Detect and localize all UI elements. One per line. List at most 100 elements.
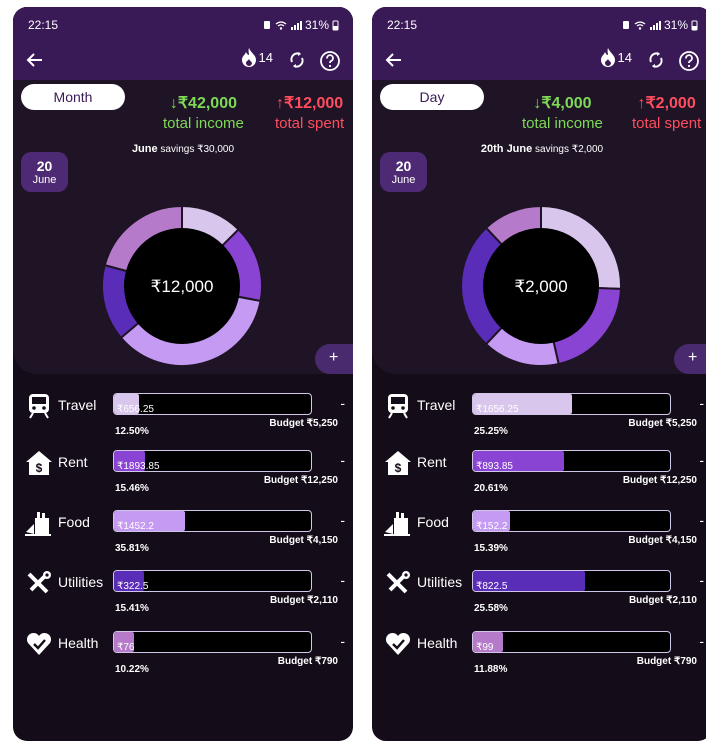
category-percent: 25.58% — [474, 603, 508, 614]
category-name: Utilities — [417, 574, 463, 590]
status-bar: 22:15 31% — [372, 7, 706, 42]
budget-progress-bar: ₹76 — [113, 631, 312, 653]
refresh-icon[interactable] — [646, 50, 666, 70]
back-arrow-icon[interactable] — [384, 50, 404, 70]
app-bar: 14 — [13, 42, 353, 80]
category-menu-button[interactable]: - — [699, 512, 704, 528]
income-amount: ₹4,000 — [541, 95, 592, 112]
help-icon[interactable] — [678, 50, 700, 72]
category-row-rent[interactable]: $ Rent ₹893.85 20.61% Budget ₹12,250- — [372, 450, 706, 510]
category-amount: ₹656.25 — [117, 404, 154, 415]
system-icons: 31% — [262, 18, 339, 32]
category-amount: ₹322.5 — [117, 581, 149, 592]
category-amount: ₹1452.2 — [117, 521, 154, 532]
streak-counter[interactable]: 14 — [600, 47, 632, 67]
period-selector[interactable]: Day — [380, 84, 484, 110]
date-day: 20 — [395, 158, 412, 174]
income-label: total income — [522, 115, 603, 132]
category-row-health[interactable]: Health ₹76 10.22% Budget ₹790- — [13, 631, 353, 691]
category-row-health[interactable]: Health ₹99 11.88% Budget ₹790- — [372, 631, 706, 691]
budget-progress-bar: ₹822.5 — [472, 570, 671, 592]
budget-progress-bar: ₹893.85 — [472, 450, 671, 472]
category-menu-button[interactable]: - — [340, 633, 345, 649]
flame-icon — [600, 48, 615, 67]
budget-progress-bar: ₹656.25 — [113, 393, 312, 415]
budget-progress-bar: ₹1656.25 — [472, 393, 671, 415]
phone-screen-month: 22:15 31% 14 Month ↓₹42,000 total income… — [13, 7, 353, 741]
category-budget: Budget ₹12,250 — [263, 475, 338, 486]
phone-screen-day: 22:15 31% 14 Day ↓₹4,000 total income ↑₹… — [372, 7, 706, 741]
help-icon[interactable] — [319, 50, 341, 72]
total-spent: ↑₹2,000 total spent — [632, 93, 701, 132]
svg-text:$: $ — [36, 461, 43, 475]
budget-progress-bar: ₹1893.85 — [113, 450, 312, 472]
category-percent: 15.46% — [115, 483, 149, 494]
category-name: Rent — [58, 454, 88, 470]
savings-text: savings ₹30,000 — [160, 144, 235, 155]
total-income: ↓₹42,000 total income — [163, 93, 244, 132]
category-amount: ₹76 — [117, 642, 135, 653]
category-menu-button[interactable]: - — [699, 572, 704, 588]
food-icon — [25, 510, 53, 536]
date-day: 20 — [36, 158, 53, 174]
tools-icon — [25, 570, 53, 596]
spending-donut-chart[interactable]: ₹2,000 — [460, 205, 622, 367]
bus-icon — [384, 393, 412, 419]
heart-check-icon — [384, 631, 412, 657]
category-menu-button[interactable]: - — [340, 572, 345, 588]
category-row-food[interactable]: Food ₹152.2 15.39% Budget ₹4,150- — [372, 510, 706, 570]
category-percent: 10.22% — [115, 664, 149, 675]
category-budget: Budget ₹5,250 — [628, 418, 697, 429]
add-expense-button[interactable]: + — [674, 344, 706, 374]
total-spent: ↑₹12,000 total spent — [275, 93, 344, 132]
category-row-utilities[interactable]: Utilities ₹822.5 25.58% Budget ₹2,110- — [372, 570, 706, 630]
donut-center-total: ₹12,000 — [151, 277, 214, 296]
category-name: Rent — [417, 454, 447, 470]
spent-amount: ₹2,000 — [645, 95, 696, 112]
category-row-food[interactable]: Food ₹1452.2 35.81% Budget ₹4,150- — [13, 510, 353, 570]
savings-period: 20th June — [480, 143, 533, 155]
category-name: Health — [58, 635, 99, 651]
savings-period: June — [131, 143, 158, 155]
category-menu-button[interactable]: - — [340, 512, 345, 528]
category-row-rent[interactable]: $ Rent ₹1893.85 15.46% Budget ₹12,250- — [13, 450, 353, 510]
category-budget: Budget ₹5,250 — [269, 418, 338, 429]
refresh-icon[interactable] — [287, 50, 307, 70]
category-budget: Budget ₹2,110 — [628, 595, 697, 606]
category-percent: 12.50% — [115, 426, 149, 437]
streak-counter[interactable]: 14 — [241, 47, 273, 67]
notification-icon — [263, 21, 270, 29]
category-menu-button[interactable]: - — [699, 395, 704, 411]
date-badge[interactable]: 20 June — [21, 152, 68, 192]
category-budget: Budget ₹4,150 — [628, 535, 697, 546]
category-menu-button[interactable]: - — [699, 452, 704, 468]
category-name: Travel — [417, 397, 456, 413]
category-budget: Budget ₹4,150 — [269, 535, 338, 546]
category-menu-button[interactable]: - — [340, 395, 345, 411]
category-budget: Budget ₹790 — [277, 656, 338, 667]
category-budget: Budget ₹2,110 — [269, 595, 338, 606]
category-budget: Budget ₹12,250 — [622, 475, 697, 486]
spent-label: total spent — [275, 115, 345, 132]
heart-check-icon — [25, 631, 53, 657]
donut-center-total: ₹2,000 — [514, 277, 567, 296]
date-month: June — [391, 174, 416, 186]
category-percent: 25.25% — [474, 426, 508, 437]
savings-text: savings ₹2,000 — [535, 144, 604, 155]
category-row-travel[interactable]: Travel ₹1656.25 25.25% Budget ₹5,250- — [372, 393, 706, 453]
total-income: ↓₹4,000 total income — [522, 93, 603, 132]
category-amount: ₹1656.25 — [476, 404, 519, 415]
period-selector[interactable]: Month — [21, 84, 125, 110]
spending-donut-chart[interactable]: ₹12,000 — [101, 205, 263, 367]
add-expense-button[interactable]: + — [315, 344, 353, 374]
category-menu-button[interactable]: - — [699, 633, 704, 649]
flame-icon — [241, 48, 256, 67]
back-arrow-icon[interactable] — [25, 50, 45, 70]
income-label: total income — [163, 115, 244, 132]
category-row-travel[interactable]: Travel ₹656.25 12.50% Budget ₹5,250- — [13, 393, 353, 453]
category-menu-button[interactable]: - — [340, 452, 345, 468]
streak-count: 14 — [258, 49, 273, 65]
budget-progress-bar: ₹152.2 — [472, 510, 671, 532]
date-badge[interactable]: 20 June — [380, 152, 427, 192]
category-row-utilities[interactable]: Utilities ₹322.5 15.41% Budget ₹2,110- — [13, 570, 353, 630]
